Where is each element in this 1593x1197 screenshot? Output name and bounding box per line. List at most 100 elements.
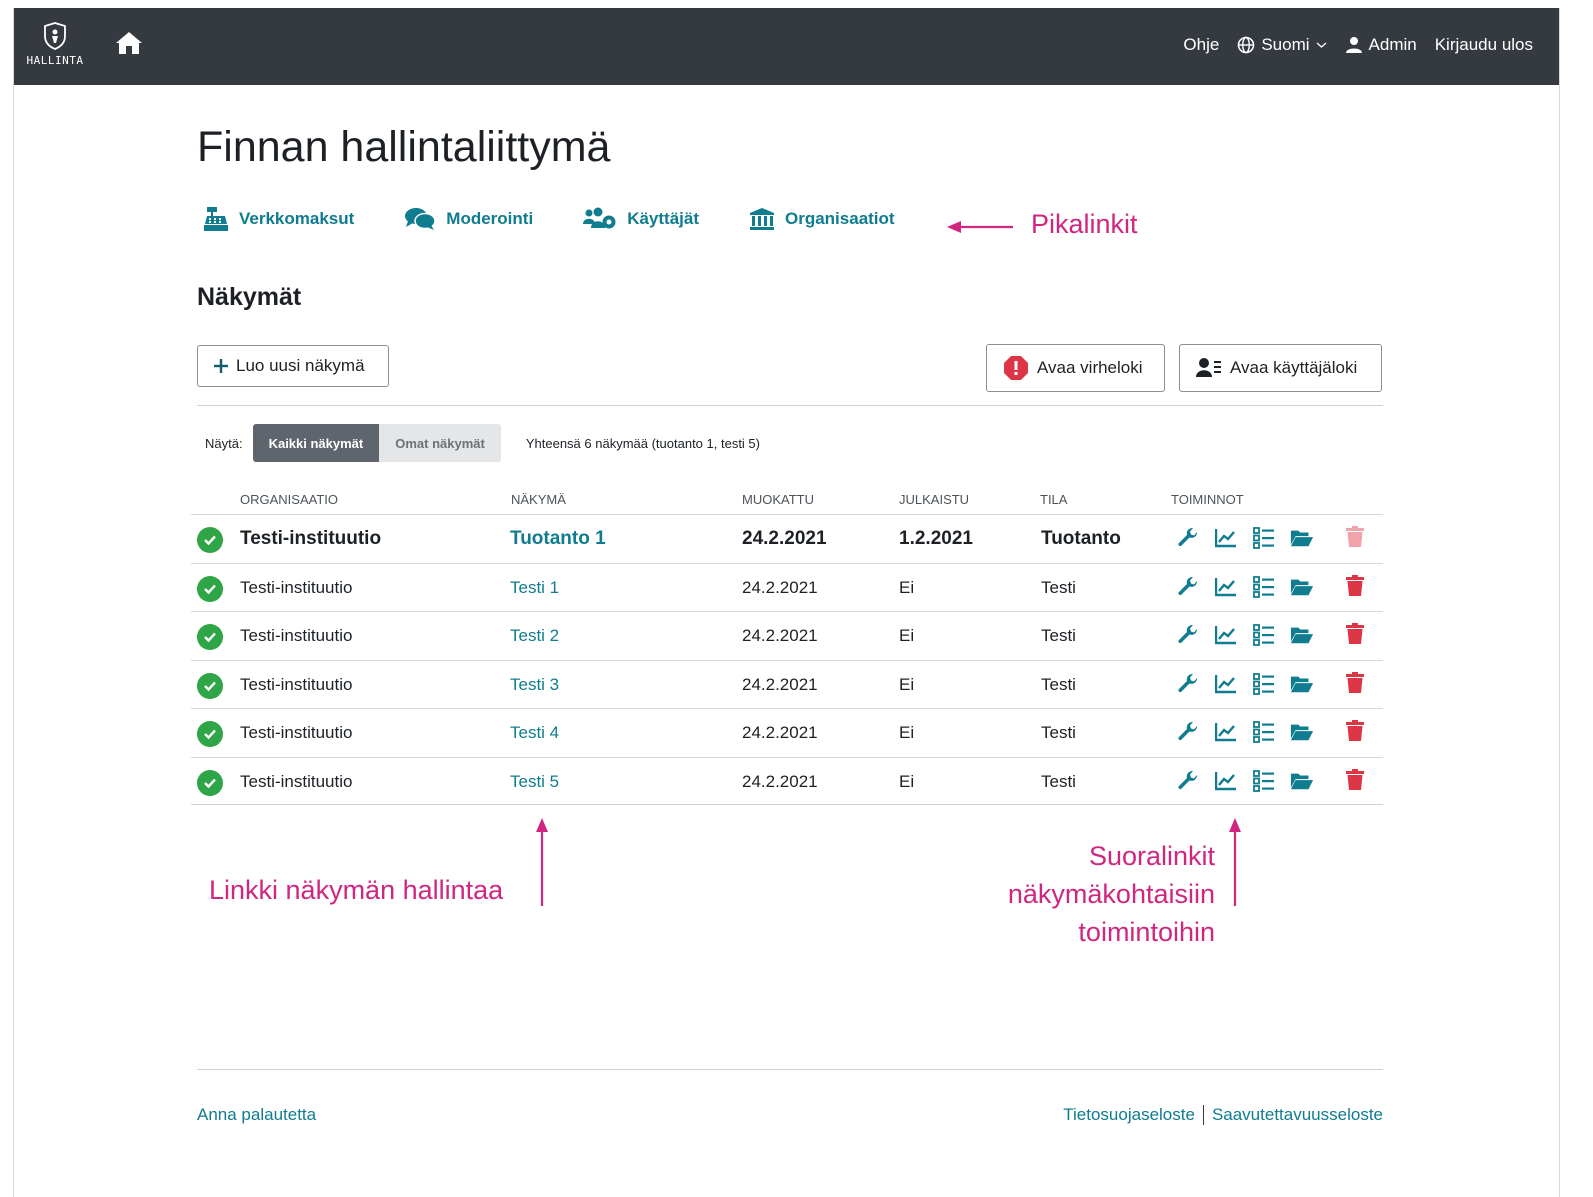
folder-open-icon[interactable] bbox=[1290, 672, 1314, 696]
quicklinks: Verkkomaksut Moderointi Käyttäjät Organi… bbox=[203, 206, 895, 232]
folder-open-icon[interactable] bbox=[1290, 720, 1314, 744]
logo-text: HALLINTA bbox=[26, 54, 84, 67]
wrench-icon[interactable] bbox=[1176, 575, 1200, 599]
wrench-icon[interactable] bbox=[1176, 672, 1200, 696]
tasks-list-icon[interactable] bbox=[1252, 769, 1276, 793]
view-filter: Näytä: Kaikki näkymät Omat näkymät Yhtee… bbox=[205, 424, 760, 462]
cell-organisation: Testi-instituutio bbox=[240, 577, 353, 597]
wrench-icon[interactable] bbox=[1176, 769, 1200, 793]
view-link[interactable]: Testi 4 bbox=[510, 723, 559, 743]
table-row: Testi-instituutio Testi 5 24.2.2021 Ei Testi bbox=[191, 756, 1383, 805]
status-ok-icon bbox=[197, 527, 223, 553]
help-link[interactable]: Ohje bbox=[1183, 35, 1219, 55]
annotation-direct-links-line2: näkymäkohtaisiin bbox=[1007, 879, 1215, 909]
view-link[interactable]: Testi 5 bbox=[510, 772, 559, 792]
cell-published: Ei bbox=[899, 771, 915, 791]
table-row: Testi-instituutio Testi 4 24.2.2021 Ei Testi bbox=[191, 708, 1383, 756]
cell-state: Testi bbox=[1041, 674, 1076, 694]
view-link[interactable]: Testi 3 bbox=[510, 675, 559, 695]
statistics-chart-icon[interactable] bbox=[1214, 575, 1238, 599]
statistics-chart-icon[interactable] bbox=[1214, 769, 1238, 793]
user-menu[interactable]: Admin bbox=[1345, 35, 1417, 55]
filter-own-button[interactable]: Omat näkymät bbox=[379, 424, 501, 462]
feedback-link[interactable]: Anna palautetta bbox=[197, 1105, 316, 1125]
filter-all-button[interactable]: Kaikki näkymät bbox=[252, 424, 380, 462]
folder-open-icon[interactable] bbox=[1290, 526, 1314, 550]
trash-icon[interactable] bbox=[1346, 526, 1364, 553]
help-label: Ohje bbox=[1183, 35, 1220, 54]
cell-organisation: Testi-instituutio bbox=[240, 771, 353, 791]
trash-icon[interactable] bbox=[1346, 574, 1364, 602]
wrench-icon[interactable] bbox=[1176, 720, 1200, 744]
divider bbox=[197, 405, 1383, 406]
folder-open-icon[interactable] bbox=[1290, 769, 1314, 793]
trash-icon[interactable] bbox=[1346, 768, 1364, 796]
header-toiminnot: TOIMINNOT bbox=[1171, 492, 1244, 507]
accessibility-link[interactable]: Saavutettavuusseloste bbox=[1212, 1105, 1383, 1125]
annotation-arrow-left bbox=[947, 221, 1013, 233]
quicklink-label: Käyttäjät bbox=[627, 209, 699, 228]
tasks-list-icon[interactable] bbox=[1252, 623, 1276, 647]
view-link[interactable]: Tuotanto 1 bbox=[510, 528, 606, 550]
trash-icon[interactable] bbox=[1346, 623, 1364, 650]
wrench-icon[interactable] bbox=[1176, 623, 1200, 647]
cell-modified: 24.2.2021 bbox=[742, 626, 818, 645]
top-navbar: HALLINTA Ohje Suomi Admin Kirjaudu ulos bbox=[14, 8, 1559, 85]
quicklink-moderointi[interactable]: Moderointi bbox=[404, 207, 533, 231]
table-row: Testi-instituutio Tuotanto 1 24.2.2021 1.2.… bbox=[191, 514, 1383, 562]
privacy-link[interactable]: Tietosuojaseloste bbox=[1063, 1105, 1195, 1125]
cell-modified: 24.2.2021 bbox=[742, 674, 818, 694]
wrench-icon[interactable] bbox=[1176, 526, 1200, 550]
row-actions bbox=[1176, 672, 1314, 696]
users-cog-icon bbox=[583, 207, 616, 229]
language-dropdown[interactable]: Suomi bbox=[1237, 35, 1326, 55]
error-log-button[interactable]: Avaa virheloki bbox=[986, 344, 1165, 392]
top-nav: Ohje Suomi Admin Kirjaudu ulos bbox=[1183, 35, 1533, 55]
trash-icon[interactable] bbox=[1346, 720, 1364, 747]
user-icon bbox=[1345, 37, 1362, 53]
quicklink-organisaatiot[interactable]: Organisaatiot bbox=[749, 207, 895, 231]
logout-link[interactable]: Kirjaudu ulos bbox=[1435, 35, 1533, 55]
annotation-direct-links: Suoralinkit näkymäkohtaisiin toimintoihi… bbox=[1008, 837, 1215, 951]
status-ok-icon bbox=[197, 721, 223, 747]
statistics-chart-icon[interactable] bbox=[1214, 672, 1238, 696]
cell-modified: 24.2.2021 bbox=[742, 528, 827, 549]
quicklink-label: Moderointi bbox=[446, 209, 534, 228]
header-organisaatio: ORGANISAATIO bbox=[240, 492, 338, 507]
statistics-chart-icon[interactable] bbox=[1214, 623, 1238, 647]
logo[interactable]: HALLINTA bbox=[24, 22, 86, 67]
comments-icon bbox=[405, 208, 437, 230]
statistics-chart-icon[interactable] bbox=[1214, 526, 1238, 550]
tasks-list-icon[interactable] bbox=[1252, 575, 1276, 599]
home-icon[interactable] bbox=[114, 30, 144, 61]
status-ok-icon bbox=[197, 672, 223, 699]
logout-label: Kirjaudu ulos bbox=[1434, 35, 1533, 54]
page-title: Finnan hallintaliittymä bbox=[197, 123, 611, 171]
tasks-list-icon[interactable] bbox=[1252, 526, 1276, 550]
view-link[interactable]: Testi 2 bbox=[510, 626, 559, 646]
row-actions bbox=[1176, 575, 1314, 599]
view-link[interactable]: Testi 1 bbox=[510, 578, 559, 598]
cell-modified: 24.2.2021 bbox=[742, 723, 818, 742]
cell-modified: 24.2.2021 bbox=[742, 771, 818, 791]
folder-open-icon[interactable] bbox=[1290, 623, 1314, 647]
quicklink-verkkomaksut[interactable]: Verkkomaksut bbox=[203, 206, 354, 232]
filter-label: Näytä: bbox=[205, 435, 243, 451]
app-frame: HALLINTA Ohje Suomi Admin Kirjaudu ulos … bbox=[13, 8, 1560, 1197]
footer-separator bbox=[1202, 1105, 1204, 1125]
trash-icon[interactable] bbox=[1346, 671, 1364, 699]
quicklink-kayttajat[interactable]: Käyttäjät bbox=[583, 207, 699, 231]
user-log-button[interactable]: Avaa käyttäjäloki bbox=[1179, 344, 1382, 392]
tasks-list-icon[interactable] bbox=[1252, 720, 1276, 744]
folder-open-icon[interactable] bbox=[1290, 575, 1314, 599]
create-view-button[interactable]: Luo uusi näkymä bbox=[197, 345, 389, 387]
status-ok-icon bbox=[197, 624, 223, 650]
header-muokattu: MUOKATTU bbox=[742, 492, 814, 507]
status-ok-icon bbox=[197, 575, 223, 602]
cell-state: Testi bbox=[1041, 723, 1076, 742]
tasks-list-icon[interactable] bbox=[1252, 672, 1276, 696]
cell-organisation: Testi-instituutio bbox=[240, 723, 353, 742]
quicklink-label: Verkkomaksut bbox=[239, 209, 355, 228]
statistics-chart-icon[interactable] bbox=[1214, 720, 1238, 744]
views-heading: Näkymät bbox=[197, 283, 302, 311]
